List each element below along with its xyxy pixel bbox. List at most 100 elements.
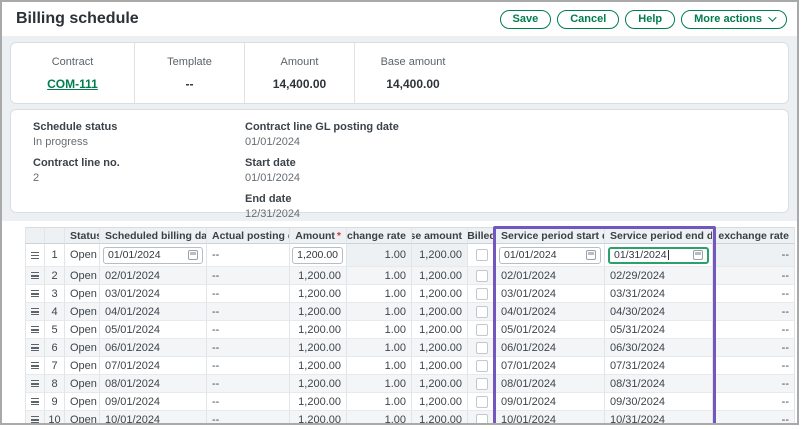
gl-posting-date-label: Contract line GL posting date — [245, 121, 399, 133]
drag-handle-icon[interactable] — [31, 308, 39, 315]
contract-line-no-label: Contract line no. — [33, 157, 120, 169]
service-period-start-date-input-value: 01/01/2024 — [504, 249, 557, 261]
exchange-rate-cell: 1.00 — [347, 375, 412, 393]
more-actions-button[interactable]: More actions — [681, 10, 787, 29]
status-cell: Open — [65, 285, 100, 303]
service-period-start-date-cell: 09/01/2024 — [496, 393, 605, 411]
summary-card: Contract COM-111 Template -- Amount 14,4… — [10, 42, 789, 104]
exchange-rate-cell: 1.00 — [347, 285, 412, 303]
billed-checkbox[interactable] — [476, 414, 488, 426]
drag-handle-icon[interactable] — [31, 416, 39, 423]
template-value: -- — [186, 77, 194, 91]
drag-handle-cell — [25, 339, 45, 357]
page-title: Billing schedule — [16, 10, 139, 28]
save-button[interactable]: Save — [500, 10, 552, 29]
column-header-label: Scheduled billing date — [105, 230, 207, 242]
actual-posting-date-cell: -- — [207, 411, 290, 425]
contract-label: Contract — [52, 56, 94, 68]
status-cell: Open — [65, 393, 100, 411]
column-header-amount: Amount* — [290, 227, 347, 244]
billed-checkbox[interactable] — [476, 306, 488, 318]
drag-handle-icon[interactable] — [31, 362, 39, 369]
service-period-end-date-cell: 05/31/2024 — [605, 321, 713, 339]
column-header-billed: Billed — [468, 227, 496, 244]
drag-handle-icon[interactable] — [31, 252, 39, 259]
column-header-scheduled: Scheduled billing date* — [100, 227, 207, 244]
drag-handle-cell — [25, 375, 45, 393]
drag-handle-icon[interactable] — [31, 344, 39, 351]
base-amount-label: Base amount — [381, 56, 446, 68]
column-header-label: Actual posting date — [212, 230, 290, 242]
summary-field-template: Template -- — [135, 43, 245, 103]
contract-link[interactable]: COM-111 — [47, 77, 98, 91]
column-header-exchange: Exchange rate — [347, 227, 412, 244]
billed-checkbox[interactable] — [476, 249, 488, 261]
drag-handle-cell — [25, 411, 45, 425]
base-amount-cell: 1,200.00 — [412, 393, 468, 411]
column-header-label: Service period start date — [501, 230, 605, 242]
status-cell: Open — [65, 411, 100, 425]
status-cell: Open — [65, 321, 100, 339]
drag-handle-icon[interactable] — [31, 398, 39, 405]
cancel-button[interactable]: Cancel — [557, 10, 619, 29]
schedule-table: StatusScheduled billing date* Actual post… — [25, 227, 795, 425]
service-period-end-date-cell: 08/31/2024 — [605, 375, 713, 393]
help-button[interactable]: Help — [625, 10, 675, 29]
exchange-rate-cell: 1.00 — [347, 339, 412, 357]
calendar-icon[interactable] — [693, 250, 703, 260]
row-number: 3 — [45, 285, 65, 303]
amount-input-value: 1,200.00 — [297, 249, 338, 261]
row-number: 2 — [45, 267, 65, 285]
billed-checkbox[interactable] — [476, 396, 488, 408]
amount-cell: 1,200.00 — [290, 411, 347, 425]
drag-handle-icon[interactable] — [31, 290, 39, 297]
drag-handle-icon[interactable] — [31, 380, 39, 387]
amount-value: 14,400.00 — [273, 77, 326, 91]
billed-cell — [468, 393, 496, 411]
schedule-status-value: In progress — [33, 136, 120, 148]
header-section: Contract COM-111 Template -- Amount 14,4… — [2, 36, 797, 221]
column-header-status: Status — [65, 227, 100, 244]
table-row: 8Open08/01/2024--1,200.001.001,200.0008/… — [25, 375, 795, 393]
amount-input[interactable]: 1,200.00 — [292, 247, 343, 264]
amount-cell: 1,200.00 — [290, 393, 347, 411]
actual-posting-date-cell: -- — [207, 339, 290, 357]
billed-checkbox[interactable] — [476, 378, 488, 390]
service-period-end-date-cell: 07/31/2024 — [605, 357, 713, 375]
calendar-icon[interactable] — [188, 250, 198, 260]
billed-checkbox[interactable] — [476, 288, 488, 300]
billed-checkbox[interactable] — [476, 324, 488, 336]
scheduled-billing-date-cell: 10/01/2024 — [100, 411, 207, 425]
drag-handle-icon[interactable] — [31, 272, 39, 279]
billed-cell — [468, 357, 496, 375]
service-period-end-date-input[interactable]: 01/31/2024 — [608, 247, 709, 264]
table-row: 6Open06/01/2024--1,200.001.001,200.0006/… — [25, 339, 795, 357]
actual-posting-date-cell: -- — [207, 321, 290, 339]
scheduled-billing-date-cell: 01/01/2024 — [100, 244, 207, 267]
start-date-value: 01/01/2024 — [245, 172, 399, 184]
amount-cell: 1,200.00 — [290, 244, 347, 267]
table-row: 3Open03/01/2024--1,200.001.001,200.0003/… — [25, 285, 795, 303]
drag-handle-cell — [25, 321, 45, 339]
service-period-start-date-input[interactable]: 01/01/2024 — [499, 247, 601, 264]
base-amount-cell: 1,200.00 — [412, 285, 468, 303]
billed-checkbox[interactable] — [476, 270, 488, 282]
service-period-end-date-cell: 10/31/2024 — [605, 411, 713, 425]
base-amount-cell: 1,200.00 — [412, 321, 468, 339]
column-header-label: Posted exchange rate — [713, 230, 789, 242]
drag-handle-icon[interactable] — [31, 326, 39, 333]
column-header-handle — [25, 227, 45, 244]
drag-handle-cell — [25, 285, 45, 303]
toolbar: Save Cancel Help More actions — [500, 10, 787, 29]
calendar-icon[interactable] — [586, 250, 596, 260]
service-period-start-date-cell: 06/01/2024 — [496, 339, 605, 357]
service-period-start-date-cell: 03/01/2024 — [496, 285, 605, 303]
scheduled-billing-date-input[interactable]: 01/01/2024 — [103, 247, 203, 264]
top-bar: Billing schedule Save Cancel Help More a… — [2, 2, 797, 36]
billed-checkbox[interactable] — [476, 342, 488, 354]
scheduled-billing-date-cell: 09/01/2024 — [100, 393, 207, 411]
table-row: 7Open07/01/2024--1,200.001.001,200.0007/… — [25, 357, 795, 375]
billed-cell — [468, 375, 496, 393]
billed-checkbox[interactable] — [476, 360, 488, 372]
column-header-posted: Posted exchange rate — [713, 227, 795, 244]
